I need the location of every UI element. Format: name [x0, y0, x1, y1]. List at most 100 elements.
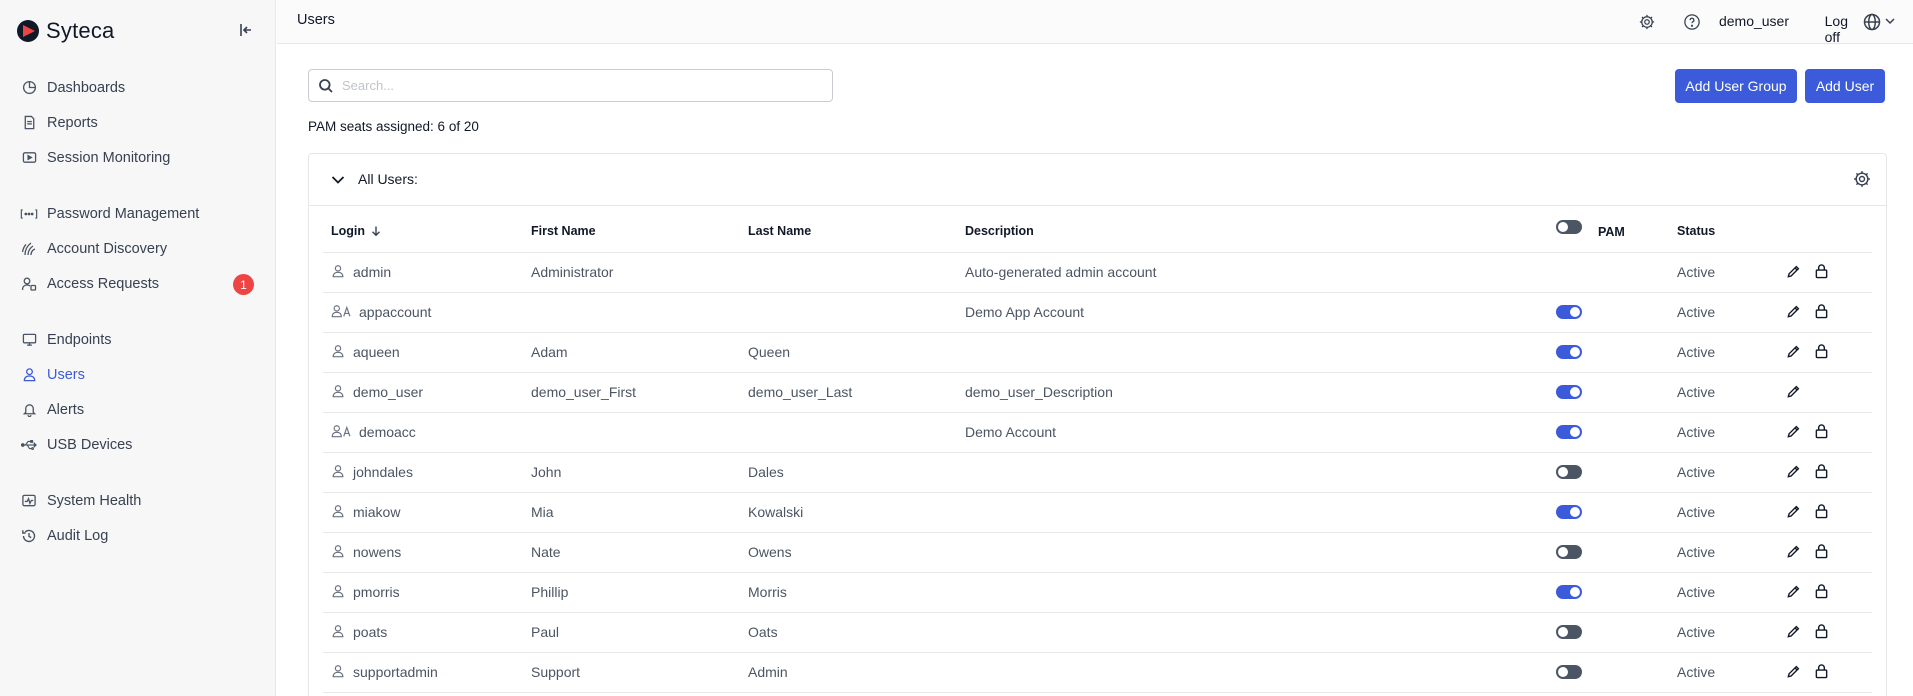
search-input[interactable]: [342, 78, 822, 93]
add-user-button[interactable]: Add User: [1805, 69, 1885, 103]
column-description-header[interactable]: Description: [965, 224, 1034, 238]
lock-icon[interactable]: [1814, 423, 1829, 442]
login-cell[interactable]: demoacc: [331, 424, 416, 440]
sidebar-item-system-health[interactable]: System Health: [0, 483, 276, 518]
login-text: pmorris: [353, 584, 400, 600]
pam-toggle[interactable]: [1556, 465, 1582, 479]
pam-toggle[interactable]: [1556, 385, 1582, 399]
login-cell[interactable]: nowens: [331, 544, 401, 560]
logo[interactable]: Syteca: [16, 18, 114, 44]
collapse-sidebar-icon[interactable]: [236, 20, 256, 40]
lock-icon[interactable]: [1814, 583, 1829, 602]
column-first-name-header[interactable]: First Name: [531, 224, 596, 238]
edit-pencil-icon[interactable]: [1786, 504, 1801, 522]
lock-icon[interactable]: [1814, 343, 1829, 362]
sidebar-item-alerts[interactable]: Alerts: [0, 392, 276, 427]
lock-icon[interactable]: [1814, 503, 1829, 522]
status-cell: Active: [1677, 424, 1716, 440]
edit-pencil-icon[interactable]: [1786, 584, 1801, 602]
edit-pencil-icon[interactable]: [1786, 544, 1801, 562]
login-cell[interactable]: aqueen: [331, 344, 400, 360]
pam-toggle[interactable]: [1556, 585, 1582, 599]
help-icon[interactable]: [1681, 11, 1703, 33]
sidebar-item-dashboards[interactable]: Dashboards: [0, 70, 276, 105]
lock-icon[interactable]: [1814, 463, 1829, 482]
sidebar-item-usb-devices[interactable]: USB Devices: [0, 427, 276, 462]
lock-icon[interactable]: [1814, 663, 1829, 682]
edit-pencil-icon[interactable]: [1786, 264, 1801, 282]
table-row[interactable]: nowens Nate Owens Active: [323, 533, 1872, 573]
lock-icon[interactable]: [1814, 623, 1829, 642]
pam-toggle[interactable]: [1556, 625, 1582, 639]
sidebar-item-account-discovery[interactable]: Account Discovery: [0, 231, 276, 266]
login-cell[interactable]: miakow: [331, 504, 400, 520]
column-login-header[interactable]: Login: [331, 224, 382, 238]
login-text: johndales: [353, 464, 413, 480]
sidebar-item-label: System Health: [47, 492, 142, 509]
login-text: aqueen: [353, 344, 400, 360]
chevron-down-icon[interactable]: [329, 171, 347, 189]
edit-pencil-icon[interactable]: [1786, 344, 1801, 362]
table-row[interactable]: demo_user demo_user_First demo_user_Last de…: [323, 373, 1872, 413]
sidebar-item-audit-log[interactable]: Audit Log: [0, 518, 276, 553]
bell-icon: [20, 401, 38, 419]
login-text: supportadmin: [353, 664, 438, 680]
users-table-body: admin Administrator Auto-generated admin a…: [323, 253, 1872, 693]
language-globe-icon[interactable]: [1863, 11, 1899, 33]
edit-pencil-icon[interactable]: [1786, 624, 1801, 642]
brand-name: Syteca: [46, 18, 115, 43]
add-user-group-button[interactable]: Add User Group: [1675, 69, 1797, 103]
pam-toggle[interactable]: [1556, 505, 1582, 519]
settings-gear-icon[interactable]: [1636, 11, 1658, 33]
login-cell[interactable]: admin: [331, 264, 391, 280]
lock-icon[interactable]: [1814, 543, 1829, 562]
edit-pencil-icon[interactable]: [1786, 464, 1801, 482]
pam-toggle[interactable]: [1556, 425, 1582, 439]
sidebar-item-session-monitoring[interactable]: Session Monitoring: [0, 140, 276, 175]
login-cell[interactable]: poats: [331, 624, 387, 640]
sidebar-item-users[interactable]: Users: [0, 357, 276, 392]
sidebar-item-reports[interactable]: Reports: [0, 105, 276, 140]
login-cell[interactable]: johndales: [331, 464, 413, 480]
sidebar-item-endpoints[interactable]: Endpoints: [0, 322, 276, 357]
pam-toggle-all[interactable]: [1556, 220, 1582, 234]
status-cell: Active: [1677, 264, 1716, 280]
lock-icon[interactable]: [1814, 263, 1829, 282]
sidebar-item-access-requests[interactable]: Access Requests 1: [0, 266, 276, 301]
column-pam-header[interactable]: PAM: [1598, 225, 1625, 239]
logoff-link[interactable]: Log off: [1825, 13, 1848, 45]
table-row[interactable]: admin Administrator Auto-generated admin a…: [323, 253, 1872, 293]
pam-toggle[interactable]: [1556, 305, 1582, 319]
table-row[interactable]: johndales John Dales Active: [323, 453, 1872, 493]
history-icon: [20, 527, 38, 545]
sidebar-item-label: Password Management: [47, 205, 200, 222]
user-icon: [331, 504, 347, 520]
table-row[interactable]: poats Paul Oats Active: [323, 613, 1872, 653]
table-row[interactable]: pmorris Phillip Morris Active: [323, 573, 1872, 613]
login-cell[interactable]: demo_user: [331, 384, 423, 400]
pam-toggle[interactable]: [1556, 665, 1582, 679]
table-settings-gear-icon[interactable]: [1852, 169, 1872, 189]
table-row[interactable]: miakow Mia Kowalski Active: [323, 493, 1872, 533]
table-row[interactable]: demoacc Demo Account Active: [323, 413, 1872, 453]
current-username[interactable]: demo_user: [1719, 13, 1789, 29]
edit-pencil-icon[interactable]: [1786, 304, 1801, 322]
login-cell[interactable]: supportadmin: [331, 664, 438, 680]
login-cell[interactable]: pmorris: [331, 584, 400, 600]
lock-icon[interactable]: [1814, 303, 1829, 322]
sidebar-item-password-management[interactable]: Password Management: [0, 196, 276, 231]
edit-pencil-icon[interactable]: [1786, 664, 1801, 682]
edit-pencil-icon[interactable]: [1786, 384, 1801, 402]
search-box[interactable]: [308, 69, 833, 102]
pam-toggle[interactable]: [1556, 345, 1582, 359]
edit-pencil-icon[interactable]: [1786, 424, 1801, 442]
column-status-header[interactable]: Status: [1677, 224, 1715, 238]
table-row[interactable]: aqueen Adam Queen Active: [323, 333, 1872, 373]
login-cell[interactable]: appaccount: [331, 304, 431, 320]
table-row[interactable]: supportadmin Support Admin Active: [323, 653, 1872, 693]
user-icon: [331, 624, 347, 640]
column-last-name-header[interactable]: Last Name: [748, 224, 811, 238]
pam-header-toggle[interactable]: [1556, 220, 1582, 237]
pam-toggle[interactable]: [1556, 545, 1582, 559]
table-row[interactable]: appaccount Demo App Account Active: [323, 293, 1872, 333]
